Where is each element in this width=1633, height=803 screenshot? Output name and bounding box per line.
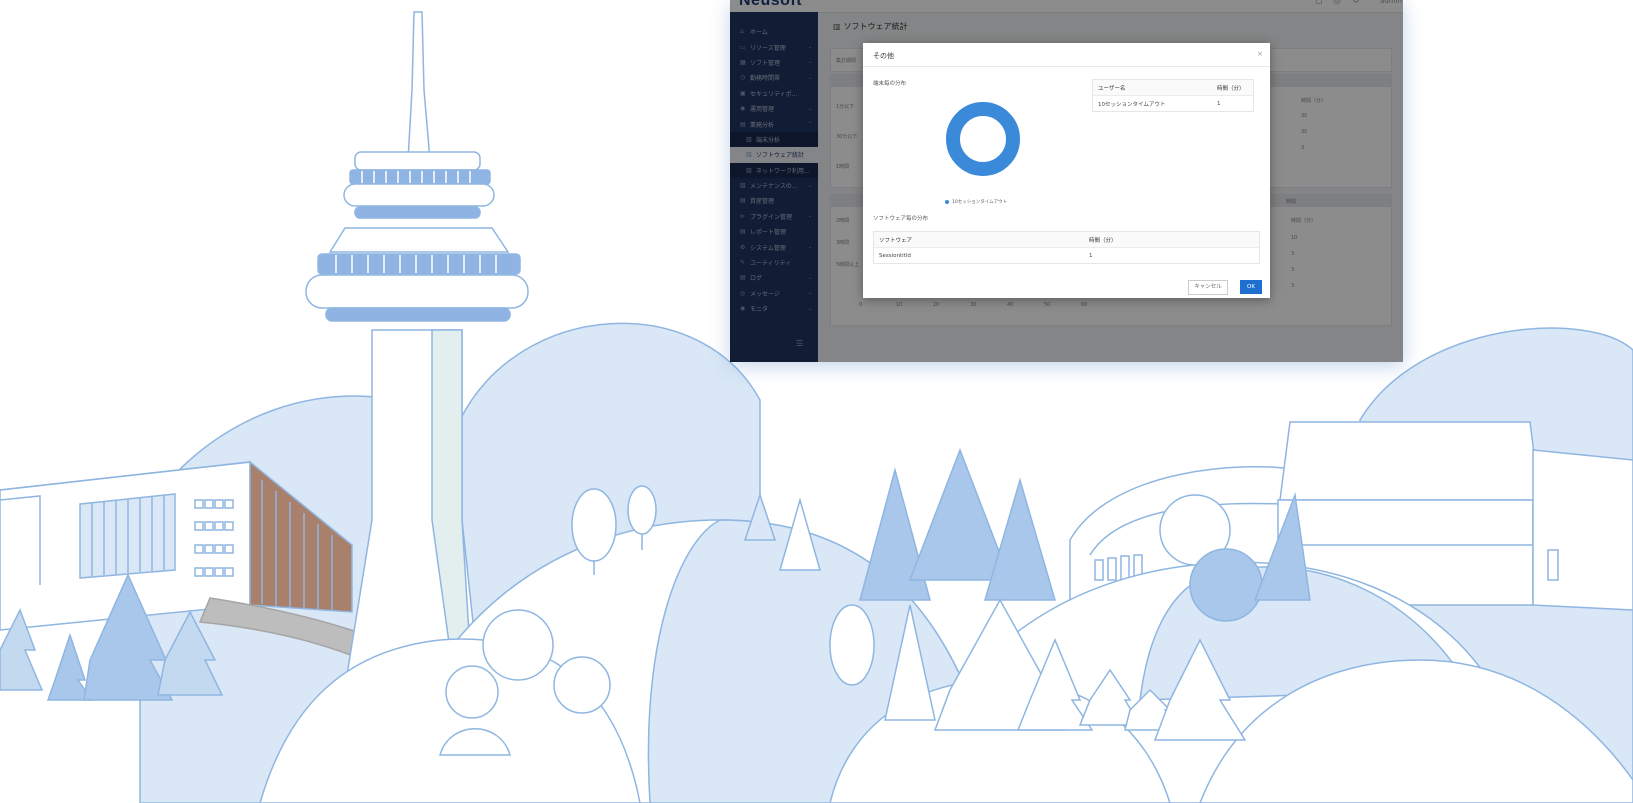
table-row[interactable]: 10セッションタイムアウト 1 bbox=[1093, 96, 1253, 111]
column-header-user: ユーザー名 bbox=[1098, 85, 1126, 92]
software-distribution-label: ソフトウェア毎の分布 bbox=[873, 216, 929, 222]
column-header-time: 時間（分） bbox=[1217, 85, 1245, 92]
donut-slice[interactable] bbox=[946, 102, 1020, 176]
ok-button[interactable]: OK bbox=[1240, 280, 1262, 294]
app-window: Neusoft ◻ ◎ ↻ admin ⌂ ホーム ▭ リソース管理 ⌄ ▦ ソフト管理 ⌄ ◷… bbox=[730, 0, 1403, 362]
dialog-divider bbox=[863, 66, 1270, 67]
other-dialog: その他 × 端末毎の分布 10セッションタイムアウト ユーザー名 時間（分） 1… bbox=[863, 43, 1270, 298]
chart-legend[interactable]: 10セッションタイムアウト bbox=[945, 199, 1007, 205]
software-cell: Sessiontitld bbox=[879, 252, 911, 259]
user-table: ユーザー名 時間（分） 10セッションタイムアウト 1 bbox=[1092, 79, 1254, 112]
software-table: ソフトウェア 時間（分） Sessiontitld 1 bbox=[873, 231, 1260, 264]
table-row[interactable]: Sessiontitld 1 bbox=[874, 248, 1259, 263]
time-cell: 1 bbox=[1217, 100, 1221, 107]
column-header-time: 時間（分） bbox=[1089, 237, 1117, 244]
close-icon[interactable]: × bbox=[1257, 50, 1263, 58]
user-cell: 10セッションタイムアウト bbox=[1098, 101, 1166, 108]
dialog-title: その他 bbox=[873, 52, 894, 60]
column-header-software: ソフトウェア bbox=[879, 237, 913, 244]
time-cell: 1 bbox=[1089, 252, 1093, 259]
terminal-distribution-label: 端末毎の分布 bbox=[873, 81, 907, 87]
table-header: ユーザー名 時間（分） bbox=[1093, 80, 1253, 96]
legend-dot bbox=[945, 199, 949, 204]
table-header: ソフトウェア 時間（分） bbox=[874, 232, 1259, 248]
cancel-button[interactable]: キャンセル bbox=[1188, 280, 1228, 295]
donut-chart bbox=[946, 102, 1020, 176]
legend-label: 10セッションタイムアウト bbox=[952, 200, 1008, 205]
